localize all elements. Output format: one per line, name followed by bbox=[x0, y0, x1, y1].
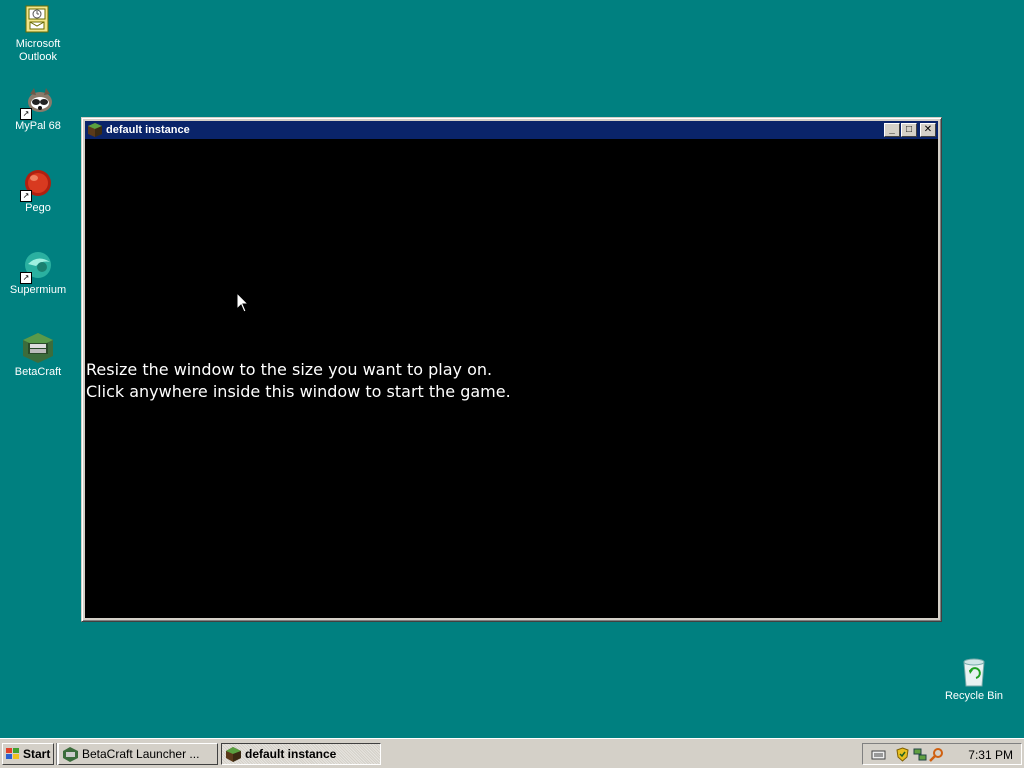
taskbar-button-default-instance[interactable]: default instance bbox=[221, 743, 381, 765]
outlook-icon bbox=[22, 4, 54, 36]
minecraft-block-icon bbox=[88, 123, 102, 137]
desktop-icon-betacraft[interactable]: BetaCraft bbox=[2, 332, 74, 379]
betacraft-icon bbox=[63, 747, 78, 762]
desktop-icon-label: BetaCraft bbox=[14, 366, 62, 378]
supermium-icon: ↗ bbox=[20, 250, 54, 284]
desktop-icon-outlook[interactable]: Microsoft Outlook bbox=[2, 4, 74, 64]
desktop-icon-label: Supermium bbox=[9, 284, 67, 296]
close-button[interactable]: ✕ bbox=[920, 123, 936, 137]
taskbar: Start BetaCraft Launcher ... default ins… bbox=[0, 738, 1024, 768]
maximize-icon: □ bbox=[905, 124, 913, 135]
desktop-icon-label: Outlook bbox=[19, 51, 57, 63]
shortcut-arrow-icon: ↗ bbox=[20, 108, 32, 120]
desktop-icon-label: Recycle Bin bbox=[944, 690, 1004, 702]
close-icon: ✕ bbox=[923, 124, 933, 135]
window-title: default instance bbox=[106, 124, 190, 136]
desktop-icon-label: Microsoft bbox=[15, 38, 61, 50]
desktop-icon-label: Pego bbox=[25, 202, 51, 214]
maximize-button[interactable]: □ bbox=[901, 123, 917, 137]
keyboard-icon[interactable] bbox=[871, 747, 886, 762]
taskbar-button-label: default instance bbox=[245, 747, 337, 761]
minecraft-block-icon bbox=[226, 747, 241, 762]
betacraft-icon bbox=[22, 332, 54, 364]
window-titlebar[interactable]: default instance _ □ ✕ bbox=[85, 121, 938, 139]
pego-icon: ↗ bbox=[20, 168, 54, 202]
start-button[interactable]: Start bbox=[2, 743, 54, 765]
mypal-icon: ↗ bbox=[20, 86, 54, 120]
desktop-icon-pego[interactable]: ↗ Pego bbox=[2, 168, 74, 215]
instruction-line-click: Click anywhere inside this window to sta… bbox=[86, 382, 511, 401]
taskbar-button-betacraft-launcher[interactable]: BetaCraft Launcher ... bbox=[58, 743, 218, 765]
start-label: Start bbox=[23, 747, 51, 761]
game-canvas[interactable]: Resize the window to the size you want t… bbox=[85, 139, 938, 618]
shortcut-arrow-icon: ↗ bbox=[20, 272, 32, 284]
desktop-icon-mypal[interactable]: ↗ MyPal 68 bbox=[2, 86, 74, 133]
windows-flag-icon bbox=[6, 748, 20, 760]
minimize-button[interactable]: _ bbox=[884, 123, 900, 137]
network-icon[interactable] bbox=[913, 747, 928, 762]
clock[interactable]: 7:31 PM bbox=[968, 748, 1013, 762]
desktop-icon-recycle-bin[interactable]: Recycle Bin bbox=[938, 656, 1010, 703]
game-window[interactable]: default instance _ □ ✕ Resize the window… bbox=[81, 117, 942, 622]
instructions: Resize the window to the size you want t… bbox=[86, 359, 511, 403]
minimize-icon: _ bbox=[889, 124, 895, 135]
instruction-line-resize: Resize the window to the size you want t… bbox=[86, 360, 493, 379]
taskbar-button-label: BetaCraft Launcher ... bbox=[82, 747, 200, 761]
shield-icon[interactable] bbox=[895, 747, 910, 762]
desktop-icon-supermium[interactable]: ↗ Supermium bbox=[2, 250, 74, 297]
shortcut-arrow-icon: ↗ bbox=[20, 190, 32, 202]
recycle-bin-icon bbox=[958, 656, 990, 688]
mouse-cursor-icon bbox=[237, 293, 249, 313]
desktop-icon-label: MyPal 68 bbox=[15, 120, 61, 132]
search-icon[interactable] bbox=[929, 747, 944, 762]
system-tray: 7:31 PM bbox=[862, 743, 1022, 765]
